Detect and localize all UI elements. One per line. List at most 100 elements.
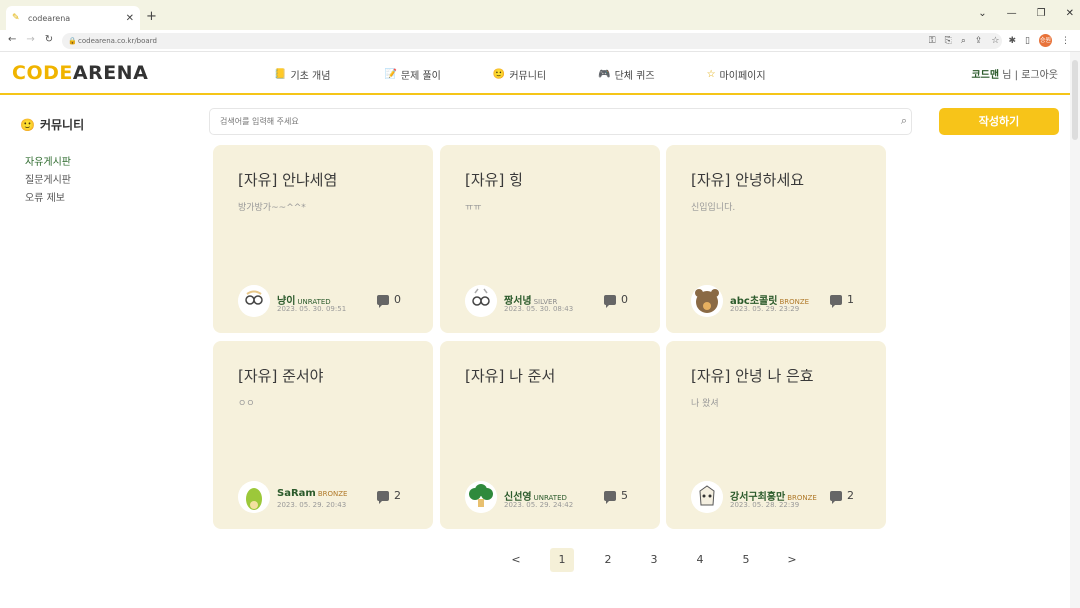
comment-count-value: 5 xyxy=(621,489,628,502)
main-nav: 📒 기초 개념 📝 문제 풀이 🙂 커뮤니티 🎮 단체 퀴즈 ☆ 마이페이지 xyxy=(274,67,766,82)
share-icon[interactable]: ⇪ xyxy=(975,36,983,46)
post-body: ㅠㅠ xyxy=(465,203,482,213)
page-5-button[interactable]: 5 xyxy=(723,548,769,572)
extension-icons: ⚿ ⎘ ⌕ ⇪ ☆ ✱ ▯ 승원 ⋮ xyxy=(929,34,1070,47)
page-4-button[interactable]: 4 xyxy=(677,548,723,572)
comment-icon xyxy=(830,294,842,308)
nav-label: 커뮤니티 xyxy=(509,71,547,82)
close-tab-icon[interactable]: ✕ xyxy=(126,13,134,24)
translate-icon[interactable]: ⎘ xyxy=(945,36,952,46)
nav-group-quiz[interactable]: 🎮 단체 퀴즈 xyxy=(598,67,654,82)
post-body: 나 왔셔 xyxy=(691,399,719,409)
comment-count: 0 xyxy=(604,293,628,308)
page-scrollbar[interactable] xyxy=(1070,52,1080,608)
page-3-button[interactable]: 3 xyxy=(631,548,677,572)
forward-icon[interactable]: → xyxy=(26,34,34,45)
url-field[interactable]: 🔒 codearena.co.kr/board xyxy=(62,33,1002,49)
comment-count-value: 0 xyxy=(621,293,628,306)
comment-icon xyxy=(377,294,389,308)
puzzle-icon[interactable]: ✱ xyxy=(1009,36,1017,46)
book-icon: 📒 xyxy=(274,69,287,80)
comment-count: 2 xyxy=(830,489,854,504)
comment-icon xyxy=(604,294,616,308)
post-date: 2023. 05. 30. 08:43 xyxy=(504,305,574,313)
comment-icon xyxy=(830,490,842,504)
nav-basic-concepts[interactable]: 📒 기초 개념 xyxy=(274,67,330,82)
address-bar: ← → ↻ 🔒 codearena.co.kr/board ⚿ ⎘ ⌕ ⇪ ☆ … xyxy=(0,30,1080,52)
post-card[interactable]: [자유] 안냐세염 방가방가~~^^* 냥이 UNRATED 2023. 05. 30.… xyxy=(213,145,433,333)
post-date: 2023. 05. 29. 20:43 xyxy=(277,501,347,509)
browser-tab[interactable]: ✎ codearena ✕ xyxy=(6,6,140,30)
reload-icon[interactable]: ↻ xyxy=(45,34,53,45)
community-icon: 🙂 xyxy=(20,117,35,132)
search-input[interactable] xyxy=(210,109,870,134)
scrollbar-thumb[interactable] xyxy=(1072,60,1078,140)
sidebar-item-bug-report[interactable]: 오류 제보 xyxy=(25,190,71,208)
comment-count-value: 2 xyxy=(394,489,401,502)
key-icon[interactable]: ⚿ xyxy=(929,36,936,46)
post-card[interactable]: [자유] 힝 ㅠㅠ 짱서녕 SILVER 2023. 05. 30. 08:43 0 xyxy=(440,145,660,333)
post-title: [자유] 나 준서 xyxy=(465,367,556,385)
post-date: 2023. 05. 28. 22:39 xyxy=(730,501,800,509)
page-1-button[interactable]: 1 xyxy=(539,548,585,572)
logo[interactable]: CODEARENA xyxy=(12,62,148,84)
bookmark-star-icon[interactable]: ☆ xyxy=(991,36,999,46)
post-body: ㅇㅇ xyxy=(238,399,255,409)
post-card[interactable]: [자유] 준서야 ㅇㅇ SaRam BRONZE 2023. 05. 29. 20:43… xyxy=(213,341,433,529)
page-2-button[interactable]: 2 xyxy=(585,548,631,572)
post-title: [자유] 안녕하세요 xyxy=(691,171,805,189)
back-icon[interactable]: ← xyxy=(8,34,16,45)
profile-avatar[interactable]: 승원 xyxy=(1039,34,1052,47)
avatar xyxy=(465,285,497,317)
minimize-icon[interactable]: — xyxy=(1007,8,1017,19)
note-icon: 📝 xyxy=(384,69,397,80)
post-date: 2023. 05. 30. 09:51 xyxy=(277,305,347,313)
new-tab-icon[interactable]: + xyxy=(146,9,157,24)
author-tier: BRONZE xyxy=(317,490,348,498)
nav-mypage[interactable]: ☆ 마이페이지 xyxy=(707,67,766,82)
post-card[interactable]: [자유] 나 준서 신선영 UNRATED 2023. 05. 29. 24:42 5 xyxy=(440,341,660,529)
write-button[interactable]: 작성하기 xyxy=(939,108,1059,135)
zoom-icon[interactable]: ⌕ xyxy=(961,36,966,46)
chevron-down-icon[interactable]: ⌄ xyxy=(978,8,986,19)
site-header: CODEARENA 📒 기초 개념 📝 문제 풀이 🙂 커뮤니티 🎮 단체 퀴즈… xyxy=(0,52,1070,95)
comment-count: 5 xyxy=(604,489,628,504)
logout-link[interactable]: 님 | 로그아웃 xyxy=(1002,70,1058,81)
avatar xyxy=(238,481,270,513)
sidebar-item-question-board[interactable]: 질문게시판 xyxy=(25,172,71,190)
nav-problems[interactable]: 📝 문제 풀이 xyxy=(384,67,440,82)
sidebar-title: 🙂 커뮤니티 xyxy=(20,116,84,133)
author-name: SaRam xyxy=(277,488,316,499)
comment-count: 0 xyxy=(377,293,401,308)
post-card[interactable]: [자유] 안녕하세요 신입입니다. abc초콜릿 BRONZE 2023. 05. 29… xyxy=(666,145,886,333)
post-title: [자유] 힝 xyxy=(465,171,523,189)
sidepanel-icon[interactable]: ▯ xyxy=(1025,36,1030,46)
page-number: 1 xyxy=(550,548,574,572)
search-icon[interactable]: ⌕ xyxy=(901,114,907,128)
prev-page-button[interactable]: < xyxy=(493,548,539,572)
community-icon: 🙂 xyxy=(492,69,506,80)
lock-icon: 🔒 xyxy=(68,37,77,45)
post-title: [자유] 준서야 xyxy=(238,367,324,385)
next-page-button[interactable]: > xyxy=(769,548,815,572)
nav-community[interactable]: 🙂 커뮤니티 xyxy=(493,67,546,82)
logo-arena: ARENA xyxy=(72,62,149,84)
favicon-icon: ✎ xyxy=(12,13,20,23)
nav-label: 단체 퀴즈 xyxy=(614,71,655,82)
tab-title: codearena xyxy=(28,13,71,23)
close-window-icon[interactable]: ✕ xyxy=(1066,8,1074,19)
menu-icon[interactable]: ⋮ xyxy=(1061,36,1070,46)
post-date: 2023. 05. 29. 23:29 xyxy=(730,305,800,313)
user-box: 코드맨 님 | 로그아웃 xyxy=(971,66,1058,81)
nav-buttons: ← → ↻ xyxy=(8,34,53,45)
star-icon: ☆ xyxy=(706,69,716,80)
sidebar-list: 자유게시판 질문게시판 오류 제보 xyxy=(25,154,71,208)
user-name[interactable]: 코드맨 xyxy=(971,70,999,81)
nav-label: 문제 풀이 xyxy=(400,71,441,82)
post-date: 2023. 05. 29. 24:42 xyxy=(504,501,574,509)
comment-icon xyxy=(604,490,616,504)
post-card[interactable]: [자유] 안녕 나 은효 나 왔셔 강서구최홍만 BRONZE 2023. 05. 28… xyxy=(666,341,886,529)
sidebar-item-free-board[interactable]: 자유게시판 xyxy=(25,154,71,172)
comment-count-value: 1 xyxy=(847,293,854,306)
restore-icon[interactable]: ❐ xyxy=(1037,8,1046,19)
